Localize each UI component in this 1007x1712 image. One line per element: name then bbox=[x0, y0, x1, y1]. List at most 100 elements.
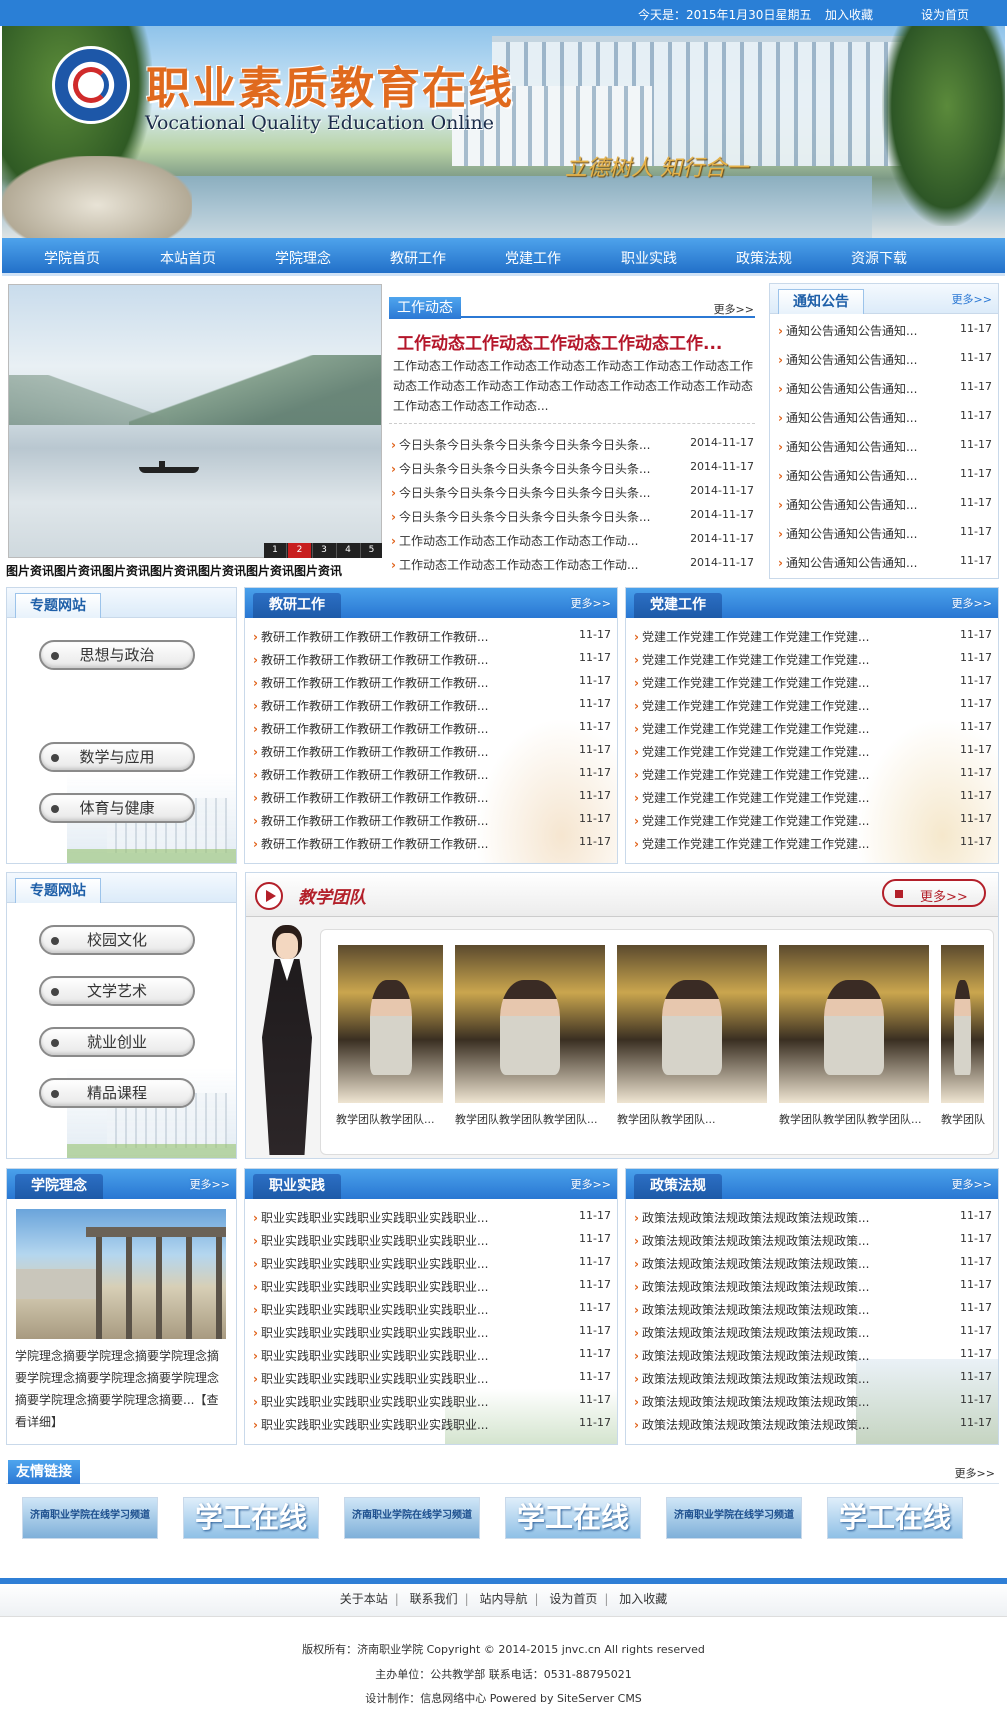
slider-page-4[interactable]: 4 bbox=[336, 543, 359, 558]
friend-link[interactable]: 济南职业学院在线学习频道 bbox=[344, 1497, 480, 1539]
topic-link-politics[interactable]: 思想与政治 bbox=[39, 640, 195, 670]
teaching-item[interactable]: 教研工作教研工作教研工作教研工作教研...11-17 bbox=[253, 835, 611, 851]
practice-item[interactable]: 职业实践职业实践职业实践职业实践职业...11-17 bbox=[253, 1370, 611, 1386]
footer-link-bookmark[interactable]: 加入收藏 bbox=[619, 1592, 667, 1606]
teaching-more[interactable]: 更多>> bbox=[571, 595, 611, 611]
party-item[interactable]: 党建工作党建工作党建工作党建工作党建...11-17 bbox=[634, 766, 992, 782]
notice-item[interactable]: 通知公告通知公告通知...11-17 bbox=[778, 380, 992, 396]
topic-link-employment[interactable]: 就业创业 bbox=[39, 1027, 195, 1057]
slider-caption[interactable]: 图片资讯图片资讯图片资讯图片资讯图片资讯图片资讯图片资讯 bbox=[6, 562, 382, 578]
nav-college-home[interactable]: 学院首页 bbox=[44, 248, 100, 268]
practice-item[interactable]: 职业实践职业实践职业实践职业实践职业...11-17 bbox=[253, 1301, 611, 1317]
work-news-tab[interactable]: 工作动态 bbox=[389, 297, 461, 319]
friend-link[interactable]: 学工在线 bbox=[505, 1497, 641, 1539]
image-slider[interactable] bbox=[8, 284, 382, 558]
work-news-item[interactable]: 今日头条今日头条今日头条今日头条今日头条...2014-11-17 bbox=[391, 508, 754, 524]
teaching-item[interactable]: 教研工作教研工作教研工作教研工作教研...11-17 bbox=[253, 766, 611, 782]
footer-link-contact[interactable]: 联系我们 bbox=[410, 1592, 458, 1606]
notice-item[interactable]: 通知公告通知公告通知...11-17 bbox=[778, 322, 992, 338]
topic-link-quality-courses[interactable]: 精品课程 bbox=[39, 1078, 195, 1108]
policy-item[interactable]: 政策法规政策法规政策法规政策法规政策...11-17 bbox=[634, 1393, 992, 1409]
party-item[interactable]: 党建工作党建工作党建工作党建工作党建...11-17 bbox=[634, 628, 992, 644]
team-photo[interactable] bbox=[617, 945, 767, 1103]
practice-item[interactable]: 职业实践职业实践职业实践职业实践职业...11-17 bbox=[253, 1278, 611, 1294]
team-photo[interactable] bbox=[941, 945, 984, 1103]
practice-item[interactable]: 职业实践职业实践职业实践职业实践职业...11-17 bbox=[253, 1393, 611, 1409]
work-news-item[interactable]: 工作动态工作动态工作动态工作动态工作动...2014-11-17 bbox=[391, 532, 754, 548]
party-item[interactable]: 党建工作党建工作党建工作党建工作党建...11-17 bbox=[634, 789, 992, 805]
topic-sites-tab-1[interactable]: 专题网站 bbox=[15, 593, 101, 618]
nav-site-home[interactable]: 本站首页 bbox=[160, 248, 216, 268]
friend-links-more[interactable]: 更多>> bbox=[955, 1465, 995, 1481]
nav-downloads[interactable]: 资源下载 bbox=[851, 248, 907, 268]
party-item[interactable]: 党建工作党建工作党建工作党建工作党建...11-17 bbox=[634, 697, 992, 713]
topic-link-sports[interactable]: 体育与健康 bbox=[39, 793, 195, 823]
teaching-item[interactable]: 教研工作教研工作教研工作教研工作教研...11-17 bbox=[253, 651, 611, 667]
party-item[interactable]: 党建工作党建工作党建工作党建工作党建...11-17 bbox=[634, 835, 992, 851]
party-item[interactable]: 党建工作党建工作党建工作党建工作党建...11-17 bbox=[634, 720, 992, 736]
teaching-item[interactable]: 教研工作教研工作教研工作教研工作教研...11-17 bbox=[253, 628, 611, 644]
nav-teaching[interactable]: 教研工作 bbox=[390, 248, 446, 268]
policy-item[interactable]: 政策法规政策法规政策法规政策法规政策...11-17 bbox=[634, 1278, 992, 1294]
policy-item[interactable]: 政策法规政策法规政策法规政策法规政策...11-17 bbox=[634, 1232, 992, 1248]
team-caption[interactable]: 教学团队教学团队... bbox=[336, 1111, 448, 1127]
friend-link[interactable]: 济南职业学院在线学习频道 bbox=[666, 1497, 802, 1539]
set-homepage-link[interactable]: 设为首页 bbox=[921, 6, 969, 23]
party-item[interactable]: 党建工作党建工作党建工作党建工作党建...11-17 bbox=[634, 674, 992, 690]
team-caption[interactable]: 教学团队教学团队教学团队... bbox=[455, 1111, 610, 1127]
teaching-item[interactable]: 教研工作教研工作教研工作教研工作教研...11-17 bbox=[253, 743, 611, 759]
practice-tab[interactable]: 职业实践 bbox=[253, 1174, 341, 1199]
policy-item[interactable]: 政策法规政策法规政策法规政策法规政策...11-17 bbox=[634, 1209, 992, 1225]
slider-page-1[interactable]: 1 bbox=[264, 543, 287, 558]
philosophy-tab[interactable]: 学院理念 bbox=[15, 1174, 103, 1199]
work-news-item[interactable]: 今日头条今日头条今日头条今日头条今日头条...2014-11-17 bbox=[391, 436, 754, 452]
notice-item[interactable]: 通知公告通知公告通知...11-17 bbox=[778, 351, 992, 367]
policy-item[interactable]: 政策法规政策法规政策法规政策法规政策...11-17 bbox=[634, 1370, 992, 1386]
party-more[interactable]: 更多>> bbox=[952, 595, 992, 611]
teaching-item[interactable]: 教研工作教研工作教研工作教研工作教研...11-17 bbox=[253, 674, 611, 690]
nav-policy[interactable]: 政策法规 bbox=[736, 248, 792, 268]
team-caption[interactable]: 教学团队教学团队教学团队... bbox=[779, 1111, 934, 1127]
practice-item[interactable]: 职业实践职业实践职业实践职业实践职业...11-17 bbox=[253, 1255, 611, 1271]
party-item[interactable]: 党建工作党建工作党建工作党建工作党建...11-17 bbox=[634, 812, 992, 828]
nav-philosophy[interactable]: 学院理念 bbox=[275, 248, 331, 268]
policy-tab[interactable]: 政策法规 bbox=[634, 1174, 722, 1199]
practice-item[interactable]: 职业实践职业实践职业实践职业实践职业...11-17 bbox=[253, 1209, 611, 1225]
slider-page-3[interactable]: 3 bbox=[312, 543, 335, 558]
notice-item[interactable]: 通知公告通知公告通知...11-17 bbox=[778, 525, 992, 541]
party-tab[interactable]: 党建工作 bbox=[634, 593, 722, 618]
notice-item[interactable]: 通知公告通知公告通知...11-17 bbox=[778, 409, 992, 425]
teaching-item[interactable]: 教研工作教研工作教研工作教研工作教研...11-17 bbox=[253, 789, 611, 805]
work-news-item[interactable]: 今日头条今日头条今日头条今日头条今日头条...2014-11-17 bbox=[391, 484, 754, 500]
slider-page-2[interactable]: 2 bbox=[288, 543, 311, 558]
footer-link-about[interactable]: 关于本站 bbox=[340, 1592, 388, 1606]
nav-party[interactable]: 党建工作 bbox=[505, 248, 561, 268]
slider-page-5[interactable]: 5 bbox=[360, 543, 382, 558]
nav-practice[interactable]: 职业实践 bbox=[621, 248, 677, 268]
policy-item[interactable]: 政策法规政策法规政策法规政策法规政策...11-17 bbox=[634, 1416, 992, 1432]
practice-item[interactable]: 职业实践职业实践职业实践职业实践职业...11-17 bbox=[253, 1416, 611, 1432]
notice-tab[interactable]: 通知公告 bbox=[778, 289, 864, 314]
team-photo[interactable] bbox=[338, 945, 443, 1103]
policy-more[interactable]: 更多>> bbox=[952, 1176, 992, 1192]
teaching-item[interactable]: 教研工作教研工作教研工作教研工作教研...11-17 bbox=[253, 812, 611, 828]
work-news-item[interactable]: 工作动态工作动态工作动态工作动态工作动...2014-11-17 bbox=[391, 556, 754, 572]
friend-link[interactable]: 学工在线 bbox=[827, 1497, 963, 1539]
teaching-item[interactable]: 教研工作教研工作教研工作教研工作教研...11-17 bbox=[253, 720, 611, 736]
footer-link-homepage[interactable]: 设为首页 bbox=[549, 1592, 597, 1606]
team-caption[interactable]: 教学团队 bbox=[941, 1111, 991, 1127]
party-item[interactable]: 党建工作党建工作党建工作党建工作党建...11-17 bbox=[634, 743, 992, 759]
practice-item[interactable]: 职业实践职业实践职业实践职业实践职业...11-17 bbox=[253, 1347, 611, 1363]
footer-link-sitemap[interactable]: 站内导航 bbox=[479, 1592, 527, 1606]
work-news-more[interactable]: 更多>> bbox=[714, 301, 754, 317]
work-news-item[interactable]: 今日头条今日头条今日头条今日头条今日头条...2014-11-17 bbox=[391, 460, 754, 476]
work-news-headline[interactable]: 工作动态工作动态工作动态工作动态工作... bbox=[397, 329, 753, 354]
policy-item[interactable]: 政策法规政策法规政策法规政策法规政策...11-17 bbox=[634, 1324, 992, 1340]
notice-item[interactable]: 通知公告通知公告通知...11-17 bbox=[778, 438, 992, 454]
practice-item[interactable]: 职业实践职业实践职业实践职业实践职业...11-17 bbox=[253, 1324, 611, 1340]
policy-item[interactable]: 政策法规政策法规政策法规政策法规政策...11-17 bbox=[634, 1255, 992, 1271]
topic-link-math[interactable]: 数学与应用 bbox=[39, 742, 195, 772]
notice-item[interactable]: 通知公告通知公告通知...11-17 bbox=[778, 467, 992, 483]
topic-sites-tab-2[interactable]: 专题网站 bbox=[15, 878, 101, 903]
party-item[interactable]: 党建工作党建工作党建工作党建工作党建...11-17 bbox=[634, 651, 992, 667]
